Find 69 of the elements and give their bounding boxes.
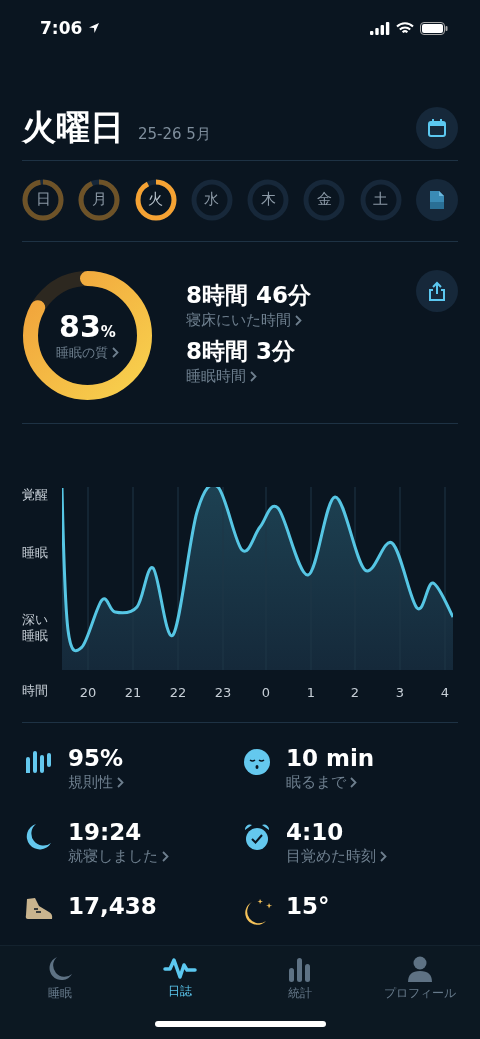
x-axis-label: 1: [306, 685, 316, 701]
stat-label: 眠るまで: [286, 773, 346, 792]
day-button[interactable]: 火: [134, 178, 177, 221]
day-button[interactable]: 木: [247, 178, 290, 221]
y-axis-label: 覚醒: [22, 487, 49, 503]
alarm-clock-icon: [243, 823, 271, 851]
calendar-icon: [427, 118, 447, 138]
chevron-icon: [380, 851, 387, 862]
y-axis-label: 深い睡眠: [22, 612, 49, 644]
x-axis-label: 0: [261, 685, 271, 701]
duration-label: 睡眠時間: [186, 366, 246, 386]
share-button[interactable]: [416, 269, 458, 312]
chevron-icon: [117, 777, 124, 788]
wifi-icon: [396, 21, 414, 35]
stat-value: 19:24: [68, 819, 143, 845]
y-axis-label: 睡眠: [22, 545, 49, 561]
chevron-icon: [112, 347, 119, 359]
day-button[interactable]: 月: [78, 178, 121, 221]
chevron-icon: [250, 370, 257, 382]
stat-value: 4:10: [286, 819, 345, 845]
x-axis-label: 4: [440, 685, 450, 701]
quality-unit: %: [100, 322, 116, 341]
quality-value: 83: [59, 308, 101, 344]
x-axis-label: 23: [214, 685, 232, 701]
moon-icon: [47, 956, 73, 982]
person-icon: [407, 956, 433, 982]
bar-chart-icon: [287, 956, 313, 982]
x-axis-label: 2: [350, 685, 360, 701]
calendar-button[interactable]: [416, 107, 458, 149]
day-button[interactable]: 日: [22, 178, 64, 221]
tab[interactable]: 睡眠: [0, 956, 120, 1002]
stat-value: 95%: [68, 745, 124, 771]
tab[interactable]: 日誌: [120, 956, 240, 1002]
stat-label: 目覚めた時刻: [286, 847, 376, 866]
document-icon: [428, 189, 445, 210]
stat-value: 15°: [286, 893, 330, 919]
day-button[interactable]: 土: [359, 178, 402, 221]
quality-label: 睡眠の質: [56, 343, 108, 362]
status-time: 7:06: [40, 18, 83, 38]
stat-label: 就寝しました: [68, 847, 158, 866]
x-axis-label: 22: [169, 685, 187, 701]
duration-value: 8時間 3分: [186, 337, 295, 364]
stat-value: 17,438: [68, 893, 157, 919]
day-button[interactable]: 金: [303, 178, 346, 221]
location-arrow-icon: [88, 22, 101, 34]
signal-icon: [370, 21, 390, 35]
stat-label: 規則性: [68, 773, 113, 792]
x-axis-title: 時間: [22, 682, 48, 701]
x-axis-label: 3: [395, 685, 405, 701]
duration-value: 8時間 46分: [186, 281, 312, 308]
duration-label: 寝床にいた時間: [186, 310, 291, 330]
shoe-icon: [24, 897, 54, 921]
x-axis-label: 20: [79, 685, 97, 701]
chevron-icon: [350, 777, 357, 788]
moon-icon: [26, 823, 52, 851]
date-range: 25-26 5月: [138, 125, 211, 144]
battery-icon: [420, 21, 448, 35]
tab[interactable]: プロフィール: [360, 956, 480, 1002]
share-icon: [428, 280, 446, 301]
day-button[interactable]: 水: [190, 178, 233, 221]
chevron-icon: [162, 851, 169, 862]
x-axis-label: 21: [124, 685, 142, 701]
chevron-icon: [295, 314, 302, 326]
day-title: 火曜日: [22, 106, 124, 149]
wave-icon: [163, 956, 197, 980]
tab[interactable]: 統計: [240, 956, 360, 1002]
sleepy-face-icon: [244, 749, 270, 775]
stat-value: 10 min: [286, 745, 375, 771]
bars-icon: [24, 749, 54, 773]
